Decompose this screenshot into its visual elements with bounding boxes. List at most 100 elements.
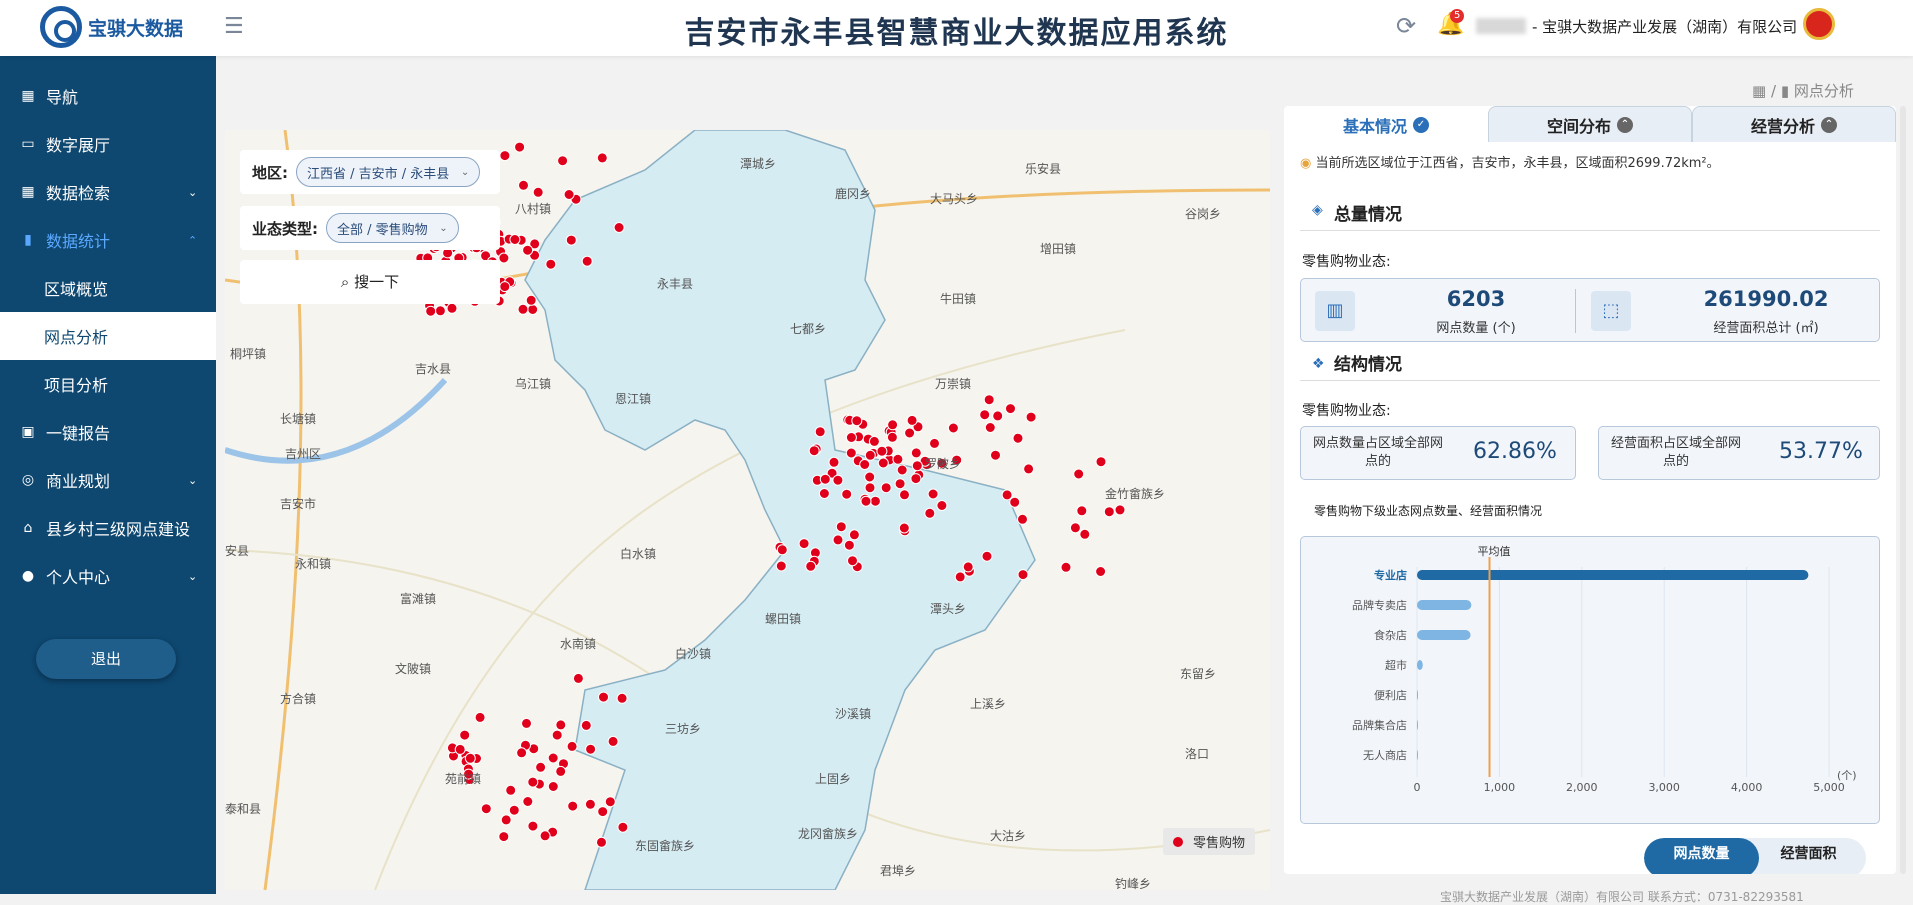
toggle-outlet-count[interactable]: 网点数量 [1644, 838, 1759, 874]
outlet-point[interactable] [864, 449, 876, 461]
outlet-point[interactable] [954, 571, 966, 583]
outlet-point[interactable] [508, 804, 520, 816]
sidebar-item-planning[interactable]: ◎ 商业规划 ⌄ [0, 456, 216, 504]
outlet-point[interactable] [597, 806, 609, 818]
outlet-point[interactable] [480, 803, 492, 815]
outlet-point[interactable] [906, 414, 918, 426]
outlet-point[interactable] [892, 453, 904, 465]
outlet-point[interactable] [581, 255, 593, 267]
outlet-point[interactable] [808, 445, 820, 457]
outlet-point[interactable] [464, 752, 476, 764]
outlet-point[interactable] [563, 189, 575, 200]
outlet-point[interactable] [532, 186, 544, 198]
subcategory-bar-chart[interactable]: 0 1,000 2,000 3,000 4,000 5,000 (个) 专业店 品牌专卖店 食杂店… [1300, 536, 1880, 824]
outlet-point[interactable] [566, 740, 578, 752]
outlet-point[interactable] [545, 258, 557, 270]
outlet-point[interactable] [984, 422, 996, 433]
outlet-point[interactable] [860, 495, 872, 507]
outlet-point[interactable] [904, 427, 916, 439]
toggle-area[interactable]: 经营面积 [1751, 838, 1866, 874]
outlet-point[interactable] [877, 457, 889, 469]
outlet-point[interactable] [835, 521, 847, 533]
sidebar-subitem-outlet-analysis[interactable]: 网点分析 [0, 312, 216, 360]
region-select[interactable]: 江西省 / 吉安市 / 永丰县 ⌄ [296, 157, 481, 187]
sidebar-item-data-stats[interactable]: ▮ 数据统计 ⌃ [0, 216, 216, 264]
outlet-point[interactable] [518, 179, 529, 191]
outlet-point[interactable] [1114, 504, 1126, 516]
outlet-point[interactable] [798, 538, 810, 550]
map-legend[interactable]: 零售购物 [1163, 828, 1256, 855]
outlet-point[interactable] [580, 719, 592, 731]
outlet-point[interactable] [899, 489, 910, 501]
outlet-point[interactable] [990, 449, 1001, 461]
outlet-point[interactable] [832, 474, 844, 486]
breadcrumb-current[interactable]: 网点分析 [1794, 82, 1854, 100]
outlet-point[interactable] [936, 500, 948, 511]
outlet-point[interactable] [1009, 496, 1021, 508]
outlet-point[interactable] [1001, 489, 1013, 501]
outlet-point[interactable] [499, 150, 511, 162]
outlet-point[interactable] [924, 507, 936, 519]
outlet-point[interactable] [880, 482, 892, 494]
outlet-point[interactable] [555, 765, 567, 777]
outlet-point[interactable] [851, 415, 863, 427]
outlet-point[interactable] [446, 302, 458, 314]
outlet-point[interactable] [522, 796, 534, 807]
outlet-point[interactable] [527, 776, 539, 788]
outlet-point[interactable] [847, 555, 858, 567]
outlet-point[interactable] [516, 747, 528, 759]
menu-toggle-icon[interactable]: ☰ [224, 14, 244, 39]
outlet-point[interactable] [499, 281, 511, 293]
outlet-point[interactable] [910, 473, 922, 485]
outlet-point[interactable] [567, 800, 579, 812]
tab-business[interactable]: 经营分析 ⌃ [1692, 106, 1896, 142]
outlet-point[interactable] [1069, 522, 1081, 534]
outlet-point[interactable] [565, 234, 577, 246]
sidebar-item-report[interactable]: ▣ 一键报告 [0, 408, 216, 456]
outlet-point[interactable] [1103, 506, 1115, 518]
type-select[interactable]: 全部 / 零售购物 ⌄ [326, 213, 459, 243]
outlet-point[interactable] [1073, 468, 1085, 480]
outlet-point[interactable] [617, 821, 629, 833]
outlet-point[interactable] [981, 550, 993, 562]
outlet-point[interactable] [859, 459, 871, 470]
outlet-point[interactable] [832, 534, 844, 546]
outlet-point[interactable] [898, 522, 910, 534]
search-button[interactable]: ⌕ 搜一下 [240, 260, 500, 304]
sidebar-item-digital-hall[interactable]: ▭ 数字展厅 [0, 120, 216, 168]
sidebar-item-personal[interactable]: ● 个人中心 ⌄ [0, 552, 216, 600]
outlet-point[interactable] [818, 488, 830, 499]
outlet-point[interactable] [572, 672, 584, 684]
outlet-point[interactable] [555, 719, 567, 731]
sidebar-item-data-search[interactable]: ▦ 数据检索 ⌄ [0, 168, 216, 216]
outlet-point[interactable] [539, 830, 551, 842]
outlet-point[interactable] [521, 717, 532, 729]
outlet-point[interactable] [848, 529, 860, 541]
outlet-point[interactable] [868, 435, 880, 447]
sidebar-item-three-level[interactable]: ⌂ 县乡村三级网点建设 [0, 504, 216, 552]
outlet-point[interactable] [845, 432, 857, 443]
outlet-point[interactable] [425, 305, 437, 317]
outlet-point[interactable] [498, 831, 510, 843]
outlet-point[interactable] [979, 409, 991, 421]
outlet-point[interactable] [527, 304, 539, 315]
panel-scrollbar[interactable] [1900, 106, 1906, 874]
outlet-point[interactable] [1095, 566, 1107, 577]
outlet-point[interactable] [434, 305, 446, 317]
outlet-point[interactable] [535, 761, 547, 773]
outlet-point[interactable] [1012, 432, 1024, 444]
outlet-point[interactable] [1060, 561, 1072, 573]
outlet-point[interactable] [992, 410, 1004, 422]
outlet-point[interactable] [547, 752, 559, 764]
outlet-point[interactable] [1076, 505, 1088, 517]
tab-basic[interactable]: 基本情况 ✓ [1284, 106, 1488, 142]
sidebar-item-nav[interactable]: ▦ 导航 [0, 72, 216, 120]
outlet-point[interactable] [1005, 403, 1016, 415]
outlet-point[interactable] [607, 735, 619, 747]
outlet-point[interactable] [1017, 513, 1028, 525]
outlet-point[interactable] [474, 711, 486, 723]
outlet-point[interactable] [551, 729, 563, 741]
sidebar-subitem-project-analysis[interactable]: 项目分析 [0, 360, 216, 408]
outlet-point[interactable] [947, 422, 959, 434]
outlet-point[interactable] [525, 294, 537, 306]
